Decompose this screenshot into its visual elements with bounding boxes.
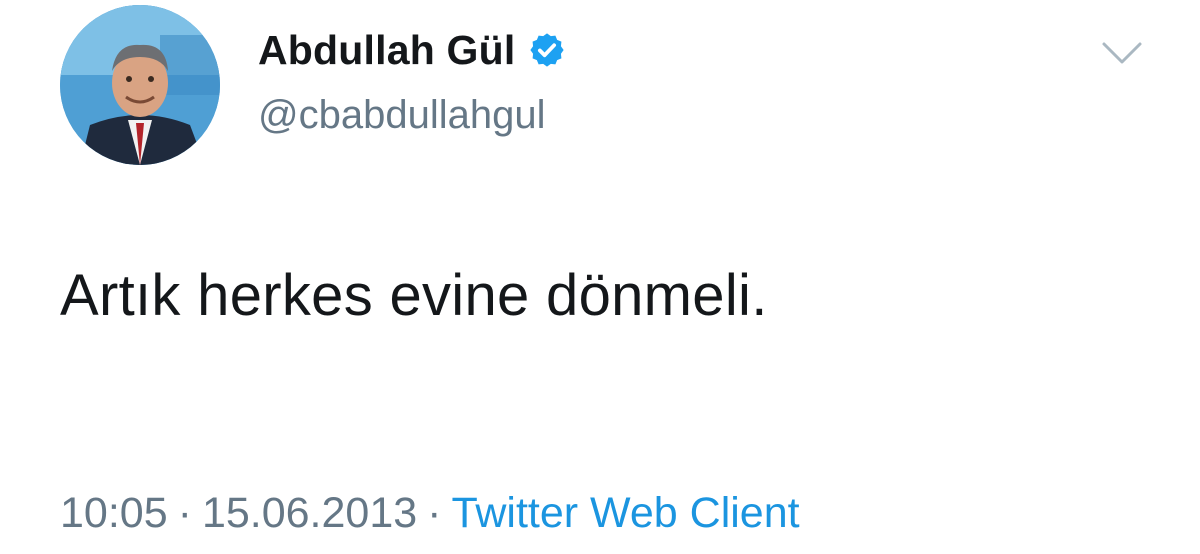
avatar[interactable] xyxy=(60,5,220,165)
tweet-time[interactable]: 10:05 xyxy=(60,489,168,537)
author-handle[interactable]: @cbabdullahgul xyxy=(258,92,545,138)
tweet-metadata: 10:05 · 15.06.2013 · Twitter Web Client xyxy=(60,488,800,538)
tweet-source-link[interactable]: Twitter Web Client xyxy=(451,489,799,537)
meta-separator: · xyxy=(427,489,442,537)
tweet-date[interactable]: 15.06.2013 xyxy=(202,489,417,537)
chevron-down-icon[interactable] xyxy=(1100,38,1144,68)
meta-separator: · xyxy=(177,489,192,537)
verified-badge-icon xyxy=(529,33,564,67)
author-name-text: Abdullah Gül xyxy=(258,27,516,73)
avatar-photo xyxy=(60,5,220,165)
tweet-text: Artık herkes evine dönmeli. xyxy=(60,263,768,328)
author-display-name[interactable]: Abdullah Gül xyxy=(258,26,566,74)
